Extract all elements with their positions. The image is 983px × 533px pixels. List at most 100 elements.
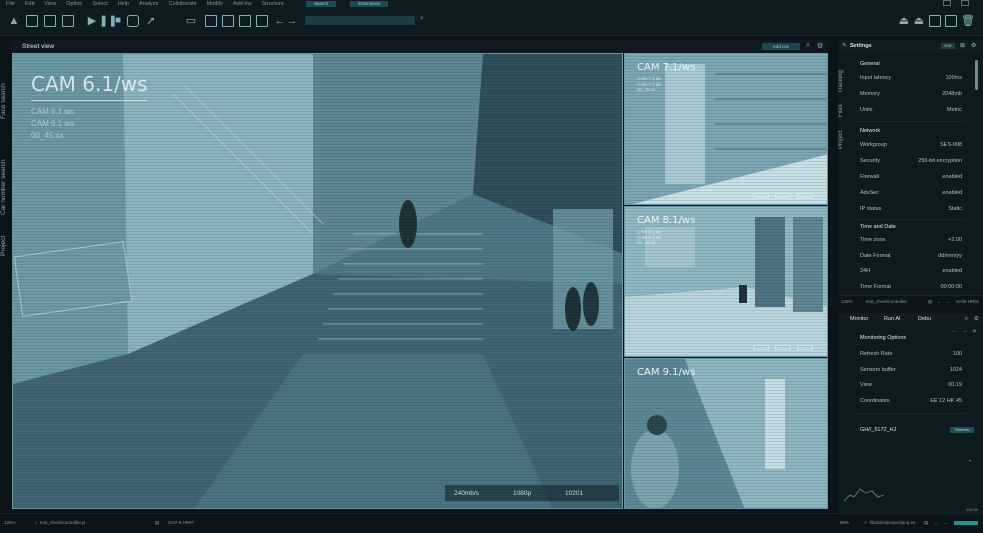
gear-icon[interactable]: ⚙ — [817, 42, 823, 50]
menu-option[interactable]: Option — [66, 1, 82, 7]
setting-date-format[interactable]: Date Format dd/mm/yy — [860, 253, 962, 263]
pin-icon[interactable]: ▾ — [969, 458, 971, 463]
trash-icon[interactable]: 🗑 — [961, 15, 975, 27]
search-icon[interactable]: ⌕ — [420, 15, 428, 23]
folder-icon[interactable]: ▤ — [924, 520, 928, 526]
layout-icon[interactable] — [26, 15, 38, 27]
main-camera-feed[interactable]: CAM 6.1/ws CAM 6.1 ws CAM 6.1 ws 00_45:x… — [12, 53, 623, 509]
window-maximize-icon[interactable] — [961, 0, 969, 6]
settings-scrollbar[interactable] — [975, 60, 978, 90]
setting-workgroup[interactable]: Workgroup SES-008 — [860, 142, 962, 152]
monitor-item[interactable]: GH//_5172_HJ — [860, 427, 962, 437]
forward-arrow-icon[interactable]: → — [962, 328, 968, 334]
monitor-view[interactable]: View 00.19 — [860, 382, 962, 392]
menu-edit[interactable]: Edit — [25, 1, 34, 7]
tab-project-right[interactable]: Project — [838, 125, 850, 149]
setting-security[interactable]: Security 256-bit encryption — [860, 158, 962, 168]
window-minimize-icon[interactable] — [943, 0, 951, 6]
remove-icon[interactable] — [945, 15, 957, 27]
search-input[interactable] — [305, 16, 415, 25]
setting-label: Memory — [860, 91, 880, 97]
add-icon[interactable] — [929, 15, 941, 27]
status-zoom[interactable]: 125% — [4, 520, 16, 525]
pause-icon[interactable]: ❚❚ — [99, 15, 117, 27]
chart-icon[interactable] — [62, 15, 74, 27]
monitor-icon[interactable]: ▭ — [185, 15, 197, 27]
setting-firewall[interactable]: Firewall enabled — [860, 174, 962, 184]
camera-feed-7[interactable]: CAM 7.1/ws CAM 7.1 ws CAM 7.1 ws 00_45:x… — [624, 53, 828, 205]
tab-car-number-search[interactable]: Car number search — [0, 152, 12, 222]
upload-icon[interactable]: ⏏ — [898, 15, 910, 27]
check-icon: ✓ — [864, 520, 868, 525]
search-icon[interactable]: ⌕ — [806, 42, 810, 50]
setting-input-latency[interactable]: Input latency 100ms — [860, 75, 962, 85]
tab-debug[interactable]: Debu — [918, 316, 931, 322]
tab-files[interactable]: Files — [838, 101, 850, 117]
menu-view[interactable]: View — [44, 1, 56, 7]
view-title[interactable]: Street view — [22, 43, 54, 50]
setting-24h[interactable]: 24H enabled — [860, 268, 962, 278]
menu-collaborate[interactable]: Collaborate — [169, 1, 197, 7]
menu-help[interactable]: Help — [118, 1, 129, 7]
back-arrow-icon[interactable]: ← — [952, 328, 958, 334]
camera-icon[interactable]: ▲ — [8, 15, 20, 27]
menu-select[interactable]: Select — [92, 1, 107, 7]
setting-units[interactable]: Units Metric — [860, 107, 962, 117]
search-icon[interactable]: ⌕ — [965, 316, 968, 323]
status-counter: GH7-8 HR07 — [168, 520, 195, 525]
download-icon[interactable]: ⏏ — [913, 15, 925, 27]
close-icon[interactable]: ✕ — [972, 328, 977, 335]
back-arrow-icon[interactable]: ← — [937, 299, 942, 304]
back-arrow-icon[interactable]: ← — [274, 15, 286, 27]
cursor-icon[interactable]: ➚ — [145, 15, 157, 27]
setting-value: 100ms — [945, 75, 962, 81]
edit-button[interactable]: Edit — [941, 43, 955, 49]
export-icon[interactable] — [222, 15, 234, 27]
play-icon[interactable]: ▶ — [86, 15, 98, 27]
close-icon[interactable]: ⊠ — [960, 42, 965, 49]
setting-ip-status[interactable]: IP status Static — [860, 206, 962, 216]
tab-run-ai[interactable]: Run AI — [884, 316, 901, 322]
save-icon[interactable] — [44, 15, 56, 27]
tab-tracking[interactable]: Tracking — [838, 63, 850, 93]
check-icon: ✓ — [34, 520, 38, 525]
monitor-refresh-rate[interactable]: Refresh Rate 100 — [860, 351, 962, 361]
folder-icon[interactable]: ▤ — [155, 520, 159, 526]
menu-add-ins[interactable]: Add-ins — [233, 1, 252, 7]
setting-label: View — [860, 382, 872, 388]
copy-icon[interactable] — [205, 15, 217, 27]
extensions-tag[interactable]: Extensions — [350, 1, 389, 7]
import-icon[interactable] — [239, 15, 251, 27]
setting-memory[interactable]: Memory 2048mb — [860, 91, 962, 101]
gear-icon[interactable]: ⚙ — [974, 316, 979, 322]
setting-time-format[interactable]: Time Format 00:00:00 — [860, 284, 962, 294]
settings-title[interactable]: Settings — [850, 43, 872, 49]
folder-icon[interactable]: ▤ — [928, 299, 932, 305]
tab-face-search[interactable]: Face search — [0, 66, 12, 136]
add-camera-button[interactable]: Add cnc — [762, 43, 800, 50]
setting-advsec[interactable]: AdvSec enabled — [860, 190, 962, 200]
camera-feed-9[interactable]: CAM 9.1/ws — [624, 358, 828, 509]
monitor-coordinates[interactable]: Coordinates EE 12 HK 45 — [860, 398, 962, 408]
tab-project[interactable]: Project — [0, 226, 12, 266]
settings-icon[interactable] — [256, 15, 268, 27]
tab-monitor[interactable]: Monitor — [850, 316, 868, 322]
sync-icon[interactable] — [127, 15, 139, 27]
stop-icon[interactable]: ■ — [112, 15, 124, 27]
menu-structure[interactable]: Structure — [262, 1, 284, 7]
back-arrow-icon[interactable]: ← — [934, 520, 939, 525]
forward-arrow-icon[interactable]: → — [286, 15, 298, 27]
refresh-button[interactable]: Refresh — [950, 427, 974, 433]
menu-file[interactable]: File — [6, 1, 15, 7]
camera-feed-8[interactable]: CAM 8.1/ws CAM 8.1 ws CAM 8.1 ws 00_45:x… — [624, 206, 828, 357]
forward-arrow-icon[interactable]: → — [945, 299, 950, 304]
gear-icon[interactable]: ⚙ — [971, 42, 976, 49]
zoom-level[interactable]: 125% — [841, 299, 853, 304]
search-tag[interactable]: Search — [305, 1, 337, 7]
setting-time-zone[interactable]: Time zone +2.00 — [860, 237, 962, 247]
menu-analyze[interactable]: Analyze — [139, 1, 159, 7]
forward-arrow-icon[interactable]: → — [943, 520, 948, 525]
monitor-sensors-buffer[interactable]: Sensors buffer 1024 — [860, 367, 962, 377]
menu-modify[interactable]: Modify — [207, 1, 223, 7]
status-zoom-right[interactable]: 80% — [840, 520, 849, 525]
